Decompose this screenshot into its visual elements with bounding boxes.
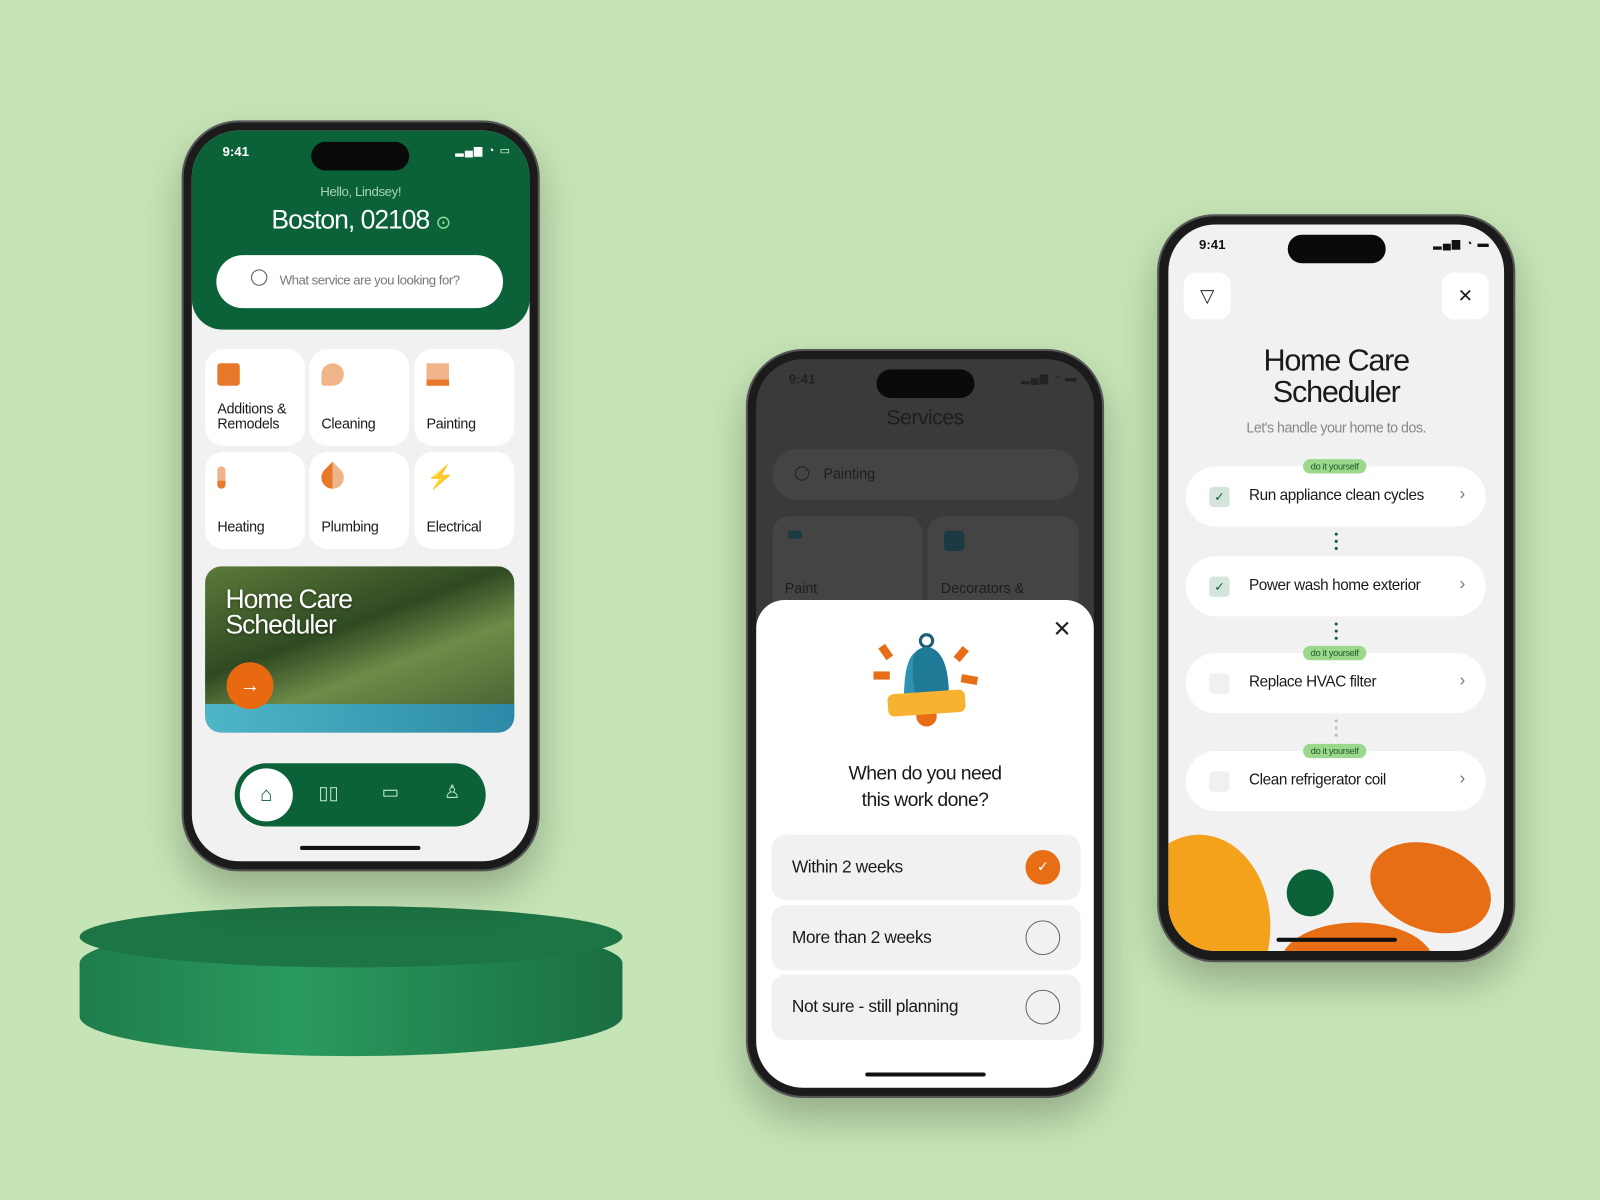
category-electrical[interactable]: ⚡ Electrical — [414, 452, 515, 549]
services-icon[interactable]: ▯▯ — [318, 783, 338, 804]
filter-button[interactable]: ▽ — [1183, 272, 1231, 320]
banner-title-2: Scheduler — [225, 609, 337, 640]
option-not-sure[interactable]: Not sure - still planning — [771, 974, 1081, 1040]
category-painting[interactable]: Painting — [414, 348, 515, 446]
thermometer-icon — [217, 466, 226, 489]
greeting: Hello, Lindsey! — [320, 183, 402, 199]
status-time: 9:41 — [788, 371, 816, 387]
checkbox-unchecked[interactable] — [1209, 771, 1230, 792]
diy-badge: do it yourself — [1303, 743, 1367, 759]
task-power-wash[interactable]: ✓ Power wash home exterior › — [1185, 556, 1486, 617]
task-label: Replace HVAC filter — [1248, 673, 1377, 691]
radio-unchecked[interactable] — [1025, 989, 1061, 1025]
profile-icon[interactable]: ♙ — [444, 782, 460, 803]
timing-modal: ✕ When do you need this work done? Withi… — [756, 599, 1094, 1088]
task-label: Clean refrigerator coil — [1248, 771, 1386, 789]
search-value: Painting — [823, 465, 876, 482]
option-label: More than 2 weeks — [791, 927, 932, 947]
option-label: Not sure - still planning — [791, 996, 959, 1017]
brush-icon — [943, 530, 965, 552]
paint-roller-icon — [426, 363, 449, 386]
search-icon — [251, 269, 268, 286]
radio-checked[interactable]: ✓ — [1025, 849, 1061, 885]
scheduler-title-2: Scheduler — [1272, 375, 1401, 410]
status-icons: ▂▄▆ ◔ ▬ — [1433, 237, 1490, 250]
status-time: 9:41 — [1198, 236, 1226, 253]
option-label: Within 2 weeks — [791, 857, 903, 877]
category-cleaning[interactable]: Cleaning — [309, 348, 410, 446]
close-icon[interactable]: ✕ — [1053, 616, 1072, 643]
bottom-nav: ⌂ ▯▯ ▭ ♙ — [234, 763, 486, 827]
location-text: Boston, 02108 — [271, 204, 430, 235]
search-input[interactable]: What service are you looking for? — [216, 255, 504, 309]
home-screen: 9:41 ▂▄▆ ◔ ▭ Hello, Lindsey! Boston, 021… — [191, 130, 530, 862]
home-indicator — [299, 845, 421, 850]
duster-icon — [321, 363, 344, 386]
home-icon[interactable]: ⌂ — [239, 768, 293, 822]
chevron-right-icon: › — [1459, 573, 1466, 593]
diy-badge: do it yourself — [1303, 459, 1367, 474]
task-replace-hvac[interactable]: Replace HVAC filter › — [1185, 653, 1486, 714]
scheduler-subtitle: Let's handle your home to dos. — [1246, 419, 1427, 436]
connector-dots — [1334, 719, 1338, 740]
search-placeholder: What service are you looking for? — [279, 272, 461, 288]
decor-blob-yellow — [1168, 834, 1271, 952]
calendar-icon[interactable]: ▭ — [382, 782, 399, 803]
diy-badge: do it yourself — [1303, 645, 1367, 661]
home-indicator — [1276, 937, 1397, 942]
task-run-appliance[interactable]: ✓ Run appliance clean cycles › — [1185, 466, 1486, 527]
status-icons: ▂▄▆ ◔ ▬ — [1020, 372, 1078, 385]
services-search[interactable]: Painting — [772, 448, 1079, 500]
home-indicator — [865, 1072, 986, 1077]
location-pin-icon[interactable]: ⊙ — [436, 212, 451, 232]
task-clean-coil[interactable]: Clean refrigerator coil › — [1185, 751, 1486, 812]
decor-blob-green — [1286, 869, 1334, 917]
services-title: Services — [886, 406, 964, 430]
chevron-right-icon: › — [1459, 768, 1466, 788]
option-within-2-weeks[interactable]: Within 2 weeks ✓ — [771, 834, 1081, 900]
scheduler-title-1: Home Care — [1263, 343, 1410, 378]
question-line-1: When do you need — [848, 763, 1003, 785]
connector-dots — [1334, 532, 1338, 554]
chevron-right-icon: › — [1459, 483, 1466, 504]
card-label: Paint — [784, 579, 818, 596]
connector-dots — [1334, 622, 1338, 643]
bolt-icon: ⚡ — [426, 464, 455, 490]
radio-unchecked[interactable] — [1025, 920, 1061, 956]
category-plumbing[interactable]: Plumbing — [309, 452, 410, 549]
task-label: Power wash home exterior — [1248, 576, 1421, 594]
card-label: Decorators & — [940, 579, 1025, 596]
scheduler-banner[interactable]: Home Care Scheduler → — [205, 566, 515, 733]
scheduler-screen: 9:41 ▂▄▆ ◔ ▬ ▽ ✕ Home Care Scheduler Let… — [1168, 224, 1505, 952]
status-time: 9:41 — [222, 143, 250, 160]
option-more-than-2-weeks[interactable]: More than 2 weeks — [771, 905, 1081, 971]
category-additions[interactable]: Additions & Remodels — [205, 348, 306, 446]
question-line-2: this work done? — [861, 789, 989, 812]
category-heating[interactable]: Heating — [205, 452, 306, 549]
search-icon — [794, 466, 810, 481]
services-screen: 9:41 ▂▄▆ ◔ ▬ Services Painting Paint Dec… — [756, 359, 1094, 1088]
close-button[interactable]: ✕ — [1441, 272, 1489, 320]
checkbox-checked[interactable]: ✓ — [1209, 576, 1230, 597]
status-icons: ▂▄▆ ◔ ▭ — [455, 144, 512, 158]
arrow-right-button[interactable]: → — [226, 662, 274, 710]
drop-icon — [316, 461, 349, 494]
bell-icon — [873, 633, 979, 727]
paint-roller-icon — [787, 530, 803, 539]
chevron-right-icon: › — [1459, 670, 1466, 690]
decor-blob-orange-bottom — [1280, 922, 1434, 952]
podium-top — [79, 906, 623, 968]
task-label: Run appliance clean cycles — [1248, 486, 1424, 505]
checkbox-checked[interactable]: ✓ — [1209, 486, 1230, 508]
building-icon — [217, 363, 240, 386]
checkbox-unchecked[interactable] — [1209, 673, 1230, 694]
